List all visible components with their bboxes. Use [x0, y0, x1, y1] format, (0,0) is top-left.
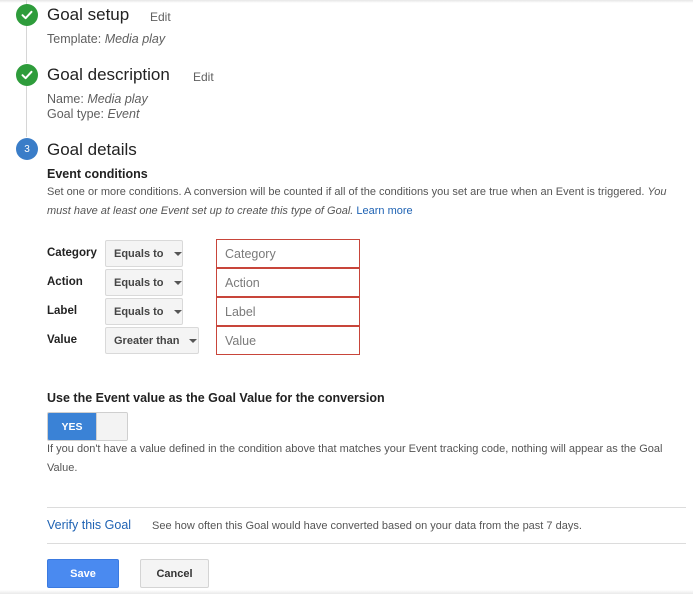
step-connector-2: [26, 86, 27, 137]
event-conditions-heading: Event conditions: [47, 167, 148, 181]
condition-label-action: Action: [47, 276, 83, 288]
chevron-down-icon: [173, 251, 182, 256]
value-input[interactable]: [216, 326, 360, 355]
event-conditions-description: Set one or more conditions. A conversion…: [47, 183, 672, 221]
condition-label-value: Value: [47, 334, 78, 346]
step-1-complete-icon: [16, 4, 38, 26]
cancel-button[interactable]: Cancel: [140, 559, 209, 588]
verify-goal-link[interactable]: Verify this Goal: [47, 518, 131, 532]
template-value: Media play: [104, 32, 166, 46]
category-operator-value: Equals to: [114, 247, 164, 260]
chevron-down-icon: [189, 338, 198, 343]
goal-value-note: If you don't have a value defined in the…: [47, 443, 663, 474]
step-2-edit-link[interactable]: Edit: [193, 70, 214, 84]
step-2-goal-type-line: Goal type: Event: [47, 107, 139, 121]
name-label: Name:: [47, 92, 84, 106]
label-input[interactable]: [216, 297, 360, 326]
action-operator-select[interactable]: Equals to: [105, 269, 183, 296]
category-operator-select[interactable]: Equals to: [105, 240, 183, 267]
step-2-title: Goal description: [47, 65, 170, 84]
divider-top: [47, 507, 686, 508]
step-3-number-icon: 3: [16, 138, 38, 160]
step-2-name-line: Name: Media play: [47, 92, 148, 106]
bottom-edge-shadow: [0, 590, 693, 594]
value-operator-select[interactable]: Greater than: [105, 327, 199, 354]
action-input[interactable]: [216, 268, 360, 297]
learn-more-link[interactable]: Learn more: [356, 205, 412, 217]
top-edge-shadow: [0, 0, 693, 3]
goal-value-heading: Use the Event value as the Goal Value fo…: [47, 391, 385, 405]
step-2-complete-icon: [16, 64, 38, 86]
step-1-title: Goal setup: [47, 5, 130, 24]
step-1-edit-link[interactable]: Edit: [150, 10, 171, 24]
goal-value-toggle[interactable]: YES: [47, 412, 128, 441]
action-operator-value: Equals to: [114, 276, 164, 289]
description-text: Set one or more conditions. A conversion…: [47, 186, 645, 198]
toggle-knob: [96, 413, 127, 440]
template-label: Template:: [47, 32, 102, 46]
condition-label-category: Category: [47, 247, 97, 259]
goal-type-value: Event: [107, 107, 140, 121]
step-1-template-line: Template: Media play: [47, 32, 165, 46]
chevron-down-icon: [173, 280, 182, 285]
name-value: Media play: [87, 92, 148, 106]
category-input[interactable]: [216, 239, 360, 268]
condition-label-label: Label: [47, 305, 78, 317]
label-operator-value: Equals to: [114, 305, 164, 318]
toggle-yes-label: YES: [48, 413, 96, 440]
chevron-down-icon: [173, 309, 182, 314]
save-button[interactable]: Save: [47, 559, 119, 588]
value-operator-value: Greater than: [114, 334, 180, 347]
step-3-title: Goal details: [47, 140, 137, 159]
verify-goal-description: See how often this Goal would have conve…: [152, 520, 582, 532]
label-operator-select[interactable]: Equals to: [105, 298, 183, 325]
divider-bottom: [47, 543, 686, 544]
goal-type-label: Goal type:: [47, 107, 104, 121]
